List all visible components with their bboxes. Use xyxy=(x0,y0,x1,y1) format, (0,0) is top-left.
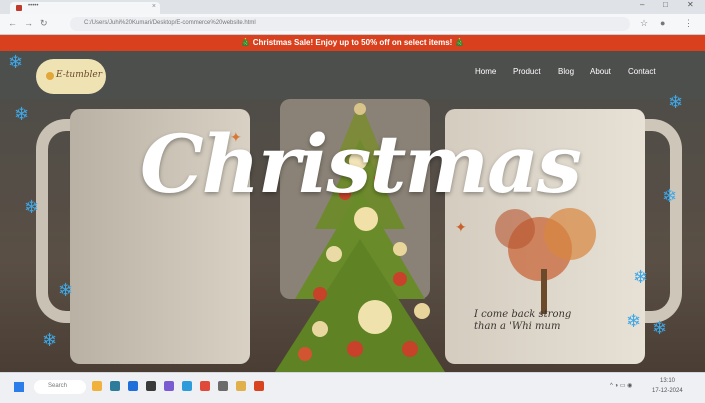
bookmark-icon[interactable]: ☆ xyxy=(640,18,648,29)
site-header: E-tumbler Home Product Blog About Contac… xyxy=(0,51,705,99)
nav-about[interactable]: About xyxy=(590,67,611,76)
address-bar-row: ← → ↻ C:/Users/Juhi%20Kumari/Desktop/E-c… xyxy=(0,14,705,35)
snowflake-icon: ❄ xyxy=(668,92,684,112)
tab-favicon-icon xyxy=(16,5,22,11)
url-text[interactable]: C:/Users/Juhi%20Kumari/Desktop/E-commerc… xyxy=(84,20,256,26)
search-label: Search xyxy=(48,383,68,389)
chrome-icon[interactable] xyxy=(254,381,264,391)
minimize-button[interactable]: – xyxy=(640,0,644,9)
maple-leaf-icon: ✦ xyxy=(455,219,467,235)
tab-close-icon[interactable]: × xyxy=(152,3,156,10)
tab-title: ••••• xyxy=(28,3,39,9)
hero-title: Christmas xyxy=(140,117,582,211)
tray-date[interactable]: 17-12-2024 xyxy=(652,388,683,394)
snowflake-icon: ❄ xyxy=(14,104,30,124)
app-icon[interactable] xyxy=(146,381,156,391)
browser-tab[interactable]: ••••• × xyxy=(10,2,160,14)
promo-banner: 🎄 Christmas Sale! Enjoy up to 50% off on… xyxy=(0,35,705,51)
edge-icon[interactable] xyxy=(110,381,120,391)
snowflake-icon: ❄ xyxy=(58,280,74,300)
snowflake-icon: ❄ xyxy=(652,318,668,338)
store-icon[interactable] xyxy=(128,381,138,391)
snowflake-icon: ❄ xyxy=(8,52,24,72)
windows-taskbar: Search ^ ◑ ▭ ◉ 13:10 17-12-2024 xyxy=(0,372,705,403)
nav-home[interactable]: Home xyxy=(475,67,496,76)
snowflake-icon: ❄ xyxy=(633,267,649,287)
site-logo[interactable]: E-tumbler xyxy=(36,59,106,94)
browser-tab-bar: ••••• × – □ ✕ xyxy=(0,0,705,14)
tray-icons[interactable]: ^ ◑ ▭ ◉ xyxy=(610,382,632,389)
nav-blog[interactable]: Blog xyxy=(558,67,574,76)
start-button[interactable] xyxy=(14,382,24,392)
mug-quote-text: I come back strong than a 'Whi mum xyxy=(474,309,572,332)
menu-icon[interactable]: ⋮ xyxy=(684,18,693,29)
logo-cup-icon xyxy=(46,72,54,80)
hero-banner: I come back strong than a 'Whi mum ✦ ✦ C… xyxy=(0,99,705,372)
back-icon[interactable]: ← xyxy=(8,18,17,28)
forward-icon[interactable]: → xyxy=(24,18,33,28)
taskbar-search[interactable]: Search xyxy=(34,380,86,394)
app-icon[interactable] xyxy=(218,381,228,391)
app-icon[interactable] xyxy=(236,381,246,391)
snowflake-icon: ❄ xyxy=(24,197,40,217)
snowflake-icon: ❄ xyxy=(662,186,678,206)
nav-contact[interactable]: Contact xyxy=(628,67,656,76)
logo-text: E-tumbler xyxy=(56,70,102,80)
tray-time[interactable]: 13:10 xyxy=(660,378,675,384)
chrome-icon[interactable] xyxy=(200,381,210,391)
address-bar[interactable]: C:/Users/Juhi%20Kumari/Desktop/E-commerc… xyxy=(70,17,630,31)
nav-product[interactable]: Product xyxy=(513,67,541,76)
app-icon[interactable] xyxy=(164,381,174,391)
close-window-button[interactable]: ✕ xyxy=(687,0,694,9)
file-explorer-icon[interactable] xyxy=(92,381,102,391)
profile-icon[interactable]: ● xyxy=(660,18,665,28)
reload-icon[interactable]: ↻ xyxy=(40,18,48,29)
share-icon[interactable] xyxy=(182,381,192,391)
snowflake-icon: ❄ xyxy=(626,311,642,331)
maximize-button[interactable]: □ xyxy=(663,0,668,9)
snowflake-icon: ❄ xyxy=(42,330,58,350)
